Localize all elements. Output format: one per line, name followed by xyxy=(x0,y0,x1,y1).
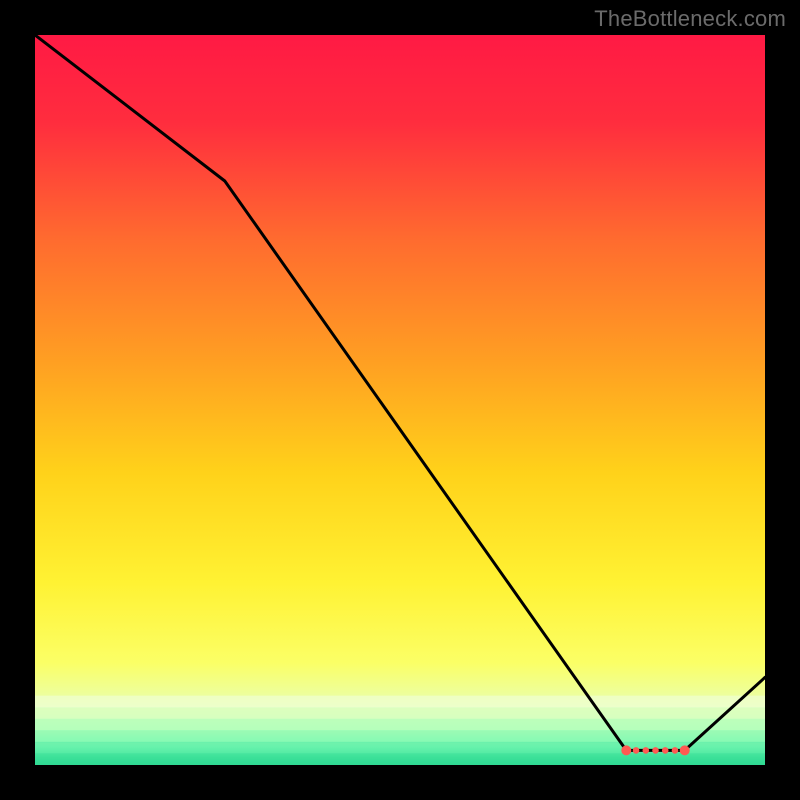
gradient-background xyxy=(35,35,765,765)
watermark-text: TheBottleneck.com xyxy=(594,6,786,32)
ideal-zone-bands xyxy=(35,696,765,765)
chart-frame: TheBottleneck.com xyxy=(0,0,800,800)
chart-svg xyxy=(35,35,765,765)
plot-area xyxy=(35,35,765,765)
